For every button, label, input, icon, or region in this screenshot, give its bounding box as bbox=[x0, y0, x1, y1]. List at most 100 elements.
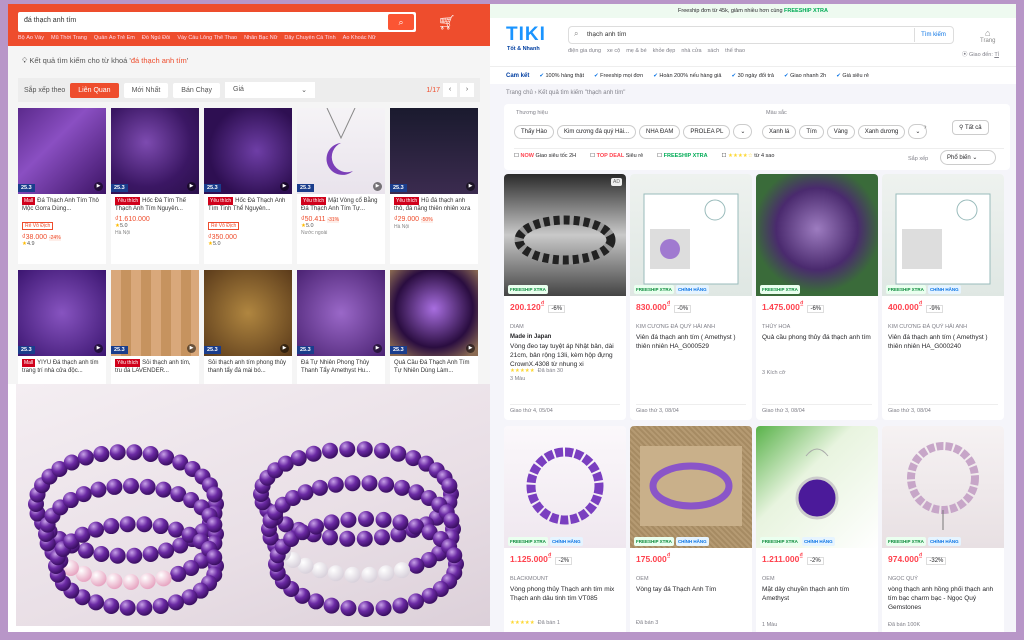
bead bbox=[339, 441, 356, 458]
tiki-search-button[interactable]: Tìm kiếm bbox=[914, 28, 952, 42]
suggestion-link[interactable]: Dây Chuyền Cá Tính bbox=[284, 35, 335, 41]
product-image: 25.3 ▶ bbox=[297, 108, 385, 194]
keyword-link[interactable]: nhà cửa bbox=[681, 48, 701, 54]
next-page-button[interactable]: › bbox=[460, 83, 474, 97]
brand-chip[interactable]: NHA ĐAM bbox=[639, 125, 681, 139]
all-filters-button[interactable]: ⚲ Tất cả bbox=[952, 120, 989, 135]
shopee-product-card[interactable]: 25.3 ▶ Sỏi thạch anh tím phong thủy thanh … bbox=[204, 270, 292, 384]
tiki-product-card[interactable]: FREESHIP XTRA CHÍNH HÃNG 175.000₫ OEM Vòng t… bbox=[630, 426, 752, 632]
price-value: 200.120 bbox=[510, 301, 541, 312]
chevron-right-icon[interactable]: › bbox=[924, 122, 927, 131]
filter-xtra[interactable]: ☐ FREESHIP XTRA bbox=[657, 153, 707, 159]
brand-chip[interactable]: Thấy Hào bbox=[514, 125, 555, 139]
tiki-product-card[interactable]: FREESHIP XTRA CHÍNH HÃNG 1.211.000₫-2% OEM M… bbox=[756, 426, 878, 632]
product-title: Mặt dây chuyền thạch anh tím Amethyst bbox=[762, 585, 850, 602]
sort-select[interactable]: Phổ biến ⌄ bbox=[940, 150, 996, 165]
commitment-item: ✔ Giao nhanh 2h bbox=[784, 73, 826, 79]
suggestion-link[interactable]: Áo Khoác Nữ bbox=[343, 35, 376, 41]
bead bbox=[294, 524, 311, 541]
shopee-product-card[interactable]: 25.3 ▶ Yêu thích Sỏi thạch anh tím, tru đá … bbox=[111, 270, 199, 384]
search-result-heading: 💡︎ Kết quả tìm kiếm cho từ khoá 'đá thạc… bbox=[22, 56, 188, 66]
home-link[interactable]: ⌂ Trang bbox=[980, 28, 995, 44]
shopee-product-card[interactable]: 25.3 ▶ Quả Cầu Đá Thạch Anh Tím Tự Nhiên D… bbox=[390, 270, 478, 384]
shopee-product-card[interactable]: 25.3 ▶ Yêu thích Mặt Vòng cổ Bằng Đá Thạch … bbox=[297, 108, 385, 264]
product-title: Viên đá thạch anh tím ( Amethyst ) thiên… bbox=[888, 333, 988, 350]
shopee-product-card[interactable]: 25.3 ▶ Mall YIYU Đá thạch anh tím trang trí… bbox=[18, 270, 106, 384]
commitment-text: Giá siêu rẻ bbox=[842, 72, 869, 79]
sort-bestseller[interactable]: Bán Chạy bbox=[173, 82, 221, 98]
play-icon: ▶ bbox=[187, 182, 196, 191]
shopee-product-card[interactable]: 25.3 ▶ Đá Tự Nhiên Phong Thủy Thanh Tẩy Am… bbox=[297, 270, 385, 384]
bead bbox=[93, 445, 110, 462]
product-image: FREESHIP XTRA CHÍNH HÃNG bbox=[504, 426, 626, 548]
product-image: 25.3 ▶ bbox=[204, 108, 292, 194]
keyword-link[interactable]: thể thao bbox=[725, 48, 745, 54]
discount-badge: -0% bbox=[674, 304, 692, 313]
brand-chip[interactable]: Kim cương đá quý Hải... bbox=[557, 125, 636, 139]
xtra-badges: FREESHIP XTRA CHÍNH HÃNG bbox=[634, 285, 709, 294]
color-chip[interactable]: Xanh dương bbox=[857, 125, 906, 139]
keyword-link[interactable]: sách bbox=[708, 48, 720, 54]
color-chip[interactable]: Vàng bbox=[826, 125, 855, 139]
product-image: 25.3 ▶ bbox=[390, 108, 478, 194]
page-indicator: 1/17 bbox=[426, 86, 440, 94]
tiki-product-card[interactable]: FREESHIP XTRA CHÍNH HÃNG 400.000₫-9% KIM CƯ… bbox=[882, 174, 1004, 420]
shopee-product-card[interactable]: 25.3 ▶ Yêu thích Hốc Đá Thạch Anh Tím Tinh … bbox=[204, 108, 292, 264]
tiki-product-card[interactable]: AD FREESHIP XTRA 200.120₫-6% DIAM Made in Ja… bbox=[504, 174, 626, 420]
product-image: AD FREESHIP XTRA bbox=[504, 174, 626, 296]
keyword-link[interactable]: khỏe đẹp bbox=[653, 48, 676, 54]
authentic-badge: CHÍNH HÃNG bbox=[549, 537, 583, 546]
tiki-product-card[interactable]: FREESHIP XTRA CHÍNH HÃNG 1.125.000₫-2% BLAC… bbox=[504, 426, 626, 632]
tiki-search-input[interactable]: thạch anh tím bbox=[568, 26, 954, 44]
bead bbox=[441, 477, 458, 494]
color-chip[interactable]: Xanh lá bbox=[762, 125, 797, 139]
price-value: ₫38.000 bbox=[22, 234, 48, 241]
sort-newest[interactable]: Mới Nhất bbox=[123, 82, 169, 98]
suggestion-link[interactable]: Quần Áo Trẻ Em bbox=[94, 35, 135, 41]
brand-chip[interactable]: PROLEA PL bbox=[683, 125, 731, 139]
delivery-location[interactable]: ⦿ Giao đến: Tỉ bbox=[962, 50, 999, 58]
tiki-logo[interactable]: TIKI bbox=[506, 24, 546, 46]
bead bbox=[356, 441, 373, 458]
keyword-link[interactable]: điện gia dụng bbox=[568, 48, 601, 54]
keyword-link[interactable]: xe cộ bbox=[607, 48, 620, 54]
suggestion-link[interactable]: Nhẫn Bạc Nữ bbox=[244, 35, 277, 41]
bead bbox=[392, 514, 409, 531]
tiki-product-card[interactable]: FREESHIP XTRA CHÍNH HÃNG 974.000₫-32% NGỌC … bbox=[882, 426, 1004, 632]
bead bbox=[443, 512, 460, 529]
xtra-badges: FREESHIP XTRA bbox=[760, 285, 800, 294]
brand-chips: Thấy Hào Kim cương đá quý Hải... NHA ĐAM PR… bbox=[514, 120, 755, 139]
commitment-text: Hoàn 200% nếu hàng giả bbox=[659, 72, 722, 79]
filter-now[interactable]: ☐ NOW Giao siêu tốc 2H bbox=[514, 153, 576, 159]
play-icon: ▶ bbox=[373, 182, 382, 191]
commitment-item: ✔ Hoàn 200% nếu hàng giả bbox=[653, 73, 721, 79]
tiki-product-grid: AD FREESHIP XTRA 200.120₫-6% DIAM Made in Ja… bbox=[504, 174, 1010, 632]
xtra-badge: FREESHIP XTRA bbox=[663, 153, 708, 159]
cart-icon[interactable]: 🛒︎ bbox=[438, 14, 456, 31]
shopee-product-card[interactable]: 25.3 ▶ Yêu thích Hũ đá thạch anh thô, đá nă… bbox=[390, 108, 478, 264]
freeship-xtra-badge: FREESHIP XTRA bbox=[508, 537, 548, 546]
suggestion-link[interactable]: Bộ Áo Váy bbox=[18, 35, 44, 41]
sort-relevance[interactable]: Liên Quan bbox=[70, 82, 119, 98]
tiki-product-card[interactable]: FREESHIP XTRA 1.475.000₫-6% THỦY HOA Quả cầ… bbox=[756, 174, 878, 420]
shopee-product-card[interactable]: 25.3 ▶ Yêu thích Hốc Đá Tím Thế Thạch Anh T… bbox=[111, 108, 199, 264]
suggestion-link[interactable]: Váy Cầu Lông Thể Thao bbox=[177, 35, 237, 41]
keyword-link[interactable]: mẹ & bé bbox=[626, 48, 646, 54]
chevron-down-icon[interactable]: ⌄ bbox=[733, 124, 753, 139]
suggestion-link[interactable]: Mũ Thời Trang bbox=[51, 35, 87, 41]
shopee-product-card[interactable]: 25.3 ▶ Mall Đá Thạch Anh Tím Thô Mộc Gorra … bbox=[18, 108, 106, 264]
prev-page-button[interactable]: ‹ bbox=[443, 83, 457, 97]
filter-topdeal[interactable]: ☐ TOP DEAL Siêu rẻ bbox=[590, 153, 643, 159]
stars-text: từ 4 sao bbox=[754, 153, 775, 159]
bead bbox=[119, 516, 136, 533]
filter-stars[interactable]: ☐ ★★★★☆ từ 4 sao bbox=[722, 153, 775, 159]
suggestion-link[interactable]: Đồ Ngủ Đôi bbox=[142, 35, 170, 41]
product-price: 1.475.000₫-6% bbox=[756, 296, 878, 313]
price-sort-select[interactable]: Giá ⌄ bbox=[225, 82, 316, 98]
tiki-product-card[interactable]: FREESHIP XTRA CHÍNH HÃNG 830.000₫-0% KIM CƯ… bbox=[630, 174, 752, 420]
color-chip[interactable]: Tím bbox=[799, 125, 824, 139]
check-badge-icon: ✔ bbox=[783, 72, 789, 79]
shopee-search-button[interactable]: ⌕ bbox=[388, 14, 414, 30]
shopee-search-input[interactable]: đá thạch anh tím bbox=[18, 12, 416, 32]
price-value: 400.000 bbox=[888, 301, 919, 312]
